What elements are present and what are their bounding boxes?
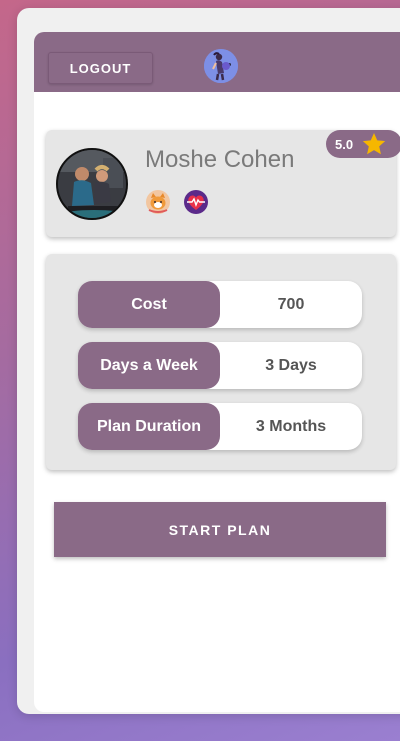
rating-badge: 5.0 (326, 130, 400, 158)
detail-value: 700 (277, 295, 305, 313)
detail-value: 3 Months (255, 417, 327, 435)
detail-row-days-a-week: Days a Week 3 Days (78, 342, 362, 389)
detail-row-plan-duration: Plan Duration 3 Months (78, 403, 362, 450)
detail-label: Cost (78, 281, 220, 328)
avatar (56, 148, 128, 220)
plan-details-card: Cost 700 Days a Week 3 Days Plan Duratio… (46, 254, 396, 470)
star-icon (362, 132, 386, 155)
fitness-logo-icon (204, 49, 238, 83)
app-header: LOGOUT (34, 32, 400, 92)
detail-value: 3 Days (265, 356, 317, 374)
detail-row-cost: Cost 700 (78, 281, 362, 328)
rating-value: 5.0 (335, 136, 354, 152)
app-screen: LOGOUT 5.0 Moshe Cohen Cost 700 Days a W… (34, 32, 400, 712)
start-plan-button[interactable]: START PLAN (54, 502, 386, 557)
detail-label: Plan Duration (78, 403, 220, 450)
trainer-name: Moshe Cohen (145, 146, 295, 173)
heartbeat-badge-icon (184, 190, 208, 214)
trainer-profile-card[interactable]: 5.0 Moshe Cohen (46, 130, 400, 237)
logout-button[interactable]: LOGOUT (48, 52, 153, 84)
detail-label: Days a Week (78, 342, 220, 389)
cat-badge-icon (146, 190, 170, 214)
